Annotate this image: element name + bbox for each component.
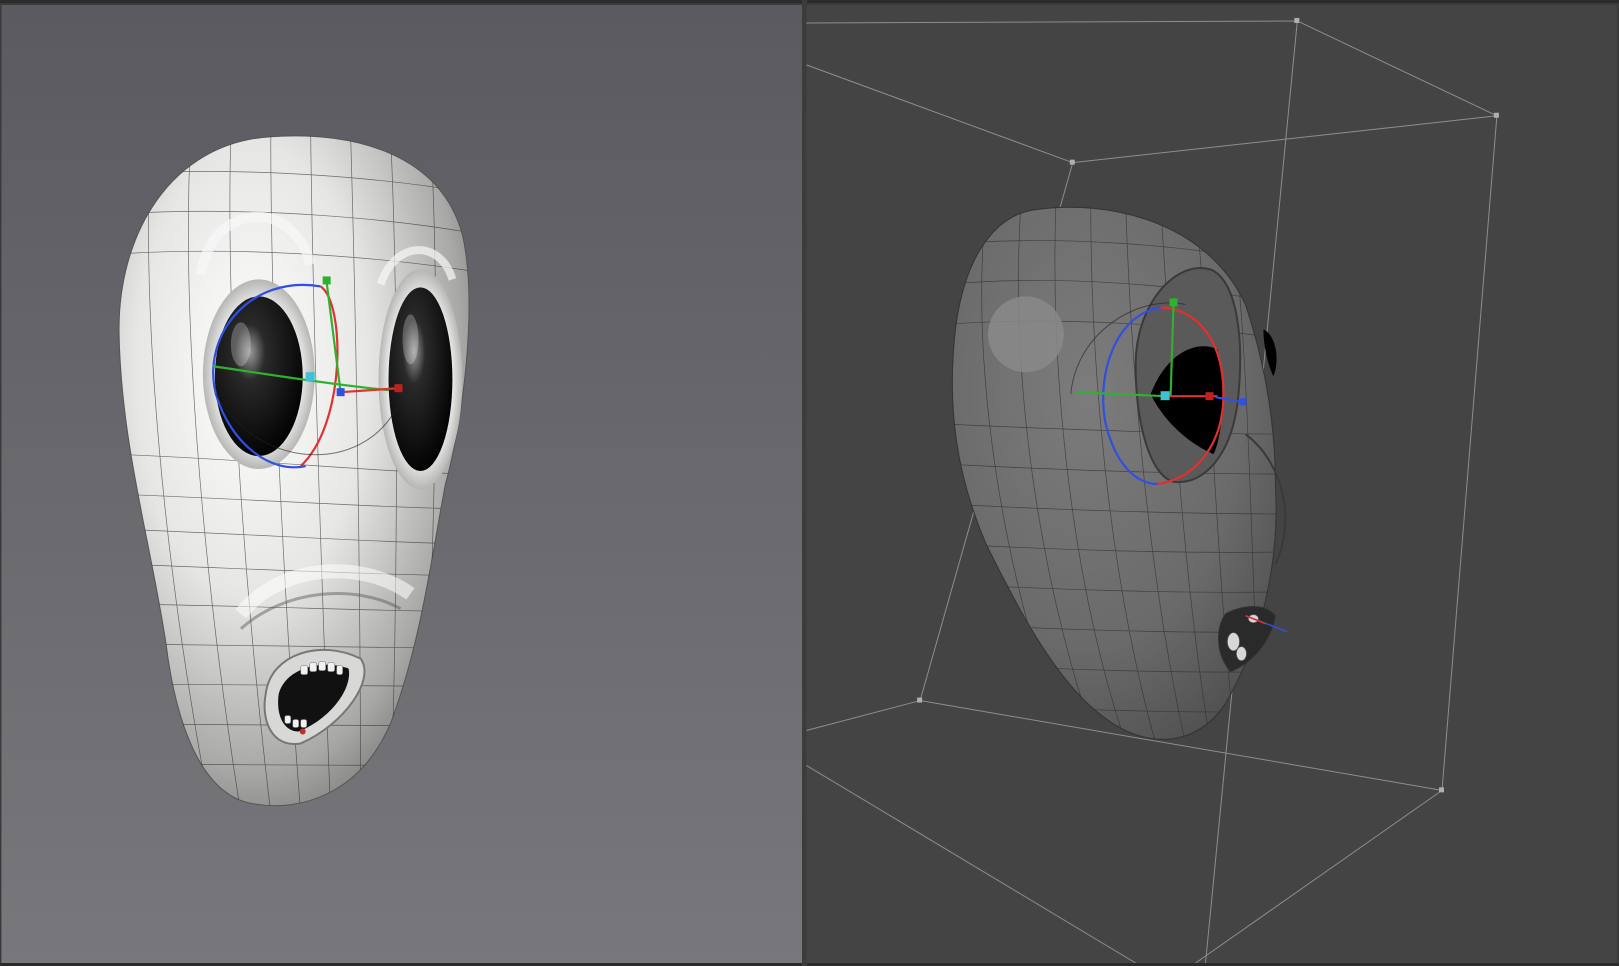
gizmo-y-handle[interactable] — [322, 276, 331, 285]
gizmo-z-handle[interactable] — [1239, 398, 1247, 406]
gizmo-y-handle[interactable] — [1169, 298, 1178, 307]
eye-left-highlight — [230, 322, 251, 367]
viewport-left[interactable] — [0, 3, 804, 963]
gizmo-center-handle[interactable] — [305, 372, 315, 382]
eye-right — [388, 287, 453, 472]
app-window — [0, 0, 1619, 966]
gizmo-x-handle[interactable] — [1205, 392, 1214, 401]
viewport-right-canvas[interactable] — [806, 5, 1618, 963]
viewport-right[interactable] — [806, 3, 1619, 963]
gizmo-center-handle[interactable] — [1160, 391, 1170, 401]
eye-right-highlight — [402, 314, 419, 365]
light-indicator[interactable] — [987, 296, 1064, 373]
tongue-spot — [299, 728, 306, 735]
viewport-left-canvas[interactable] — [1, 5, 804, 963]
eye-left — [214, 296, 303, 457]
gizmo-x-handle[interactable] — [394, 384, 403, 393]
gizmo-z-handle[interactable] — [336, 388, 345, 397]
